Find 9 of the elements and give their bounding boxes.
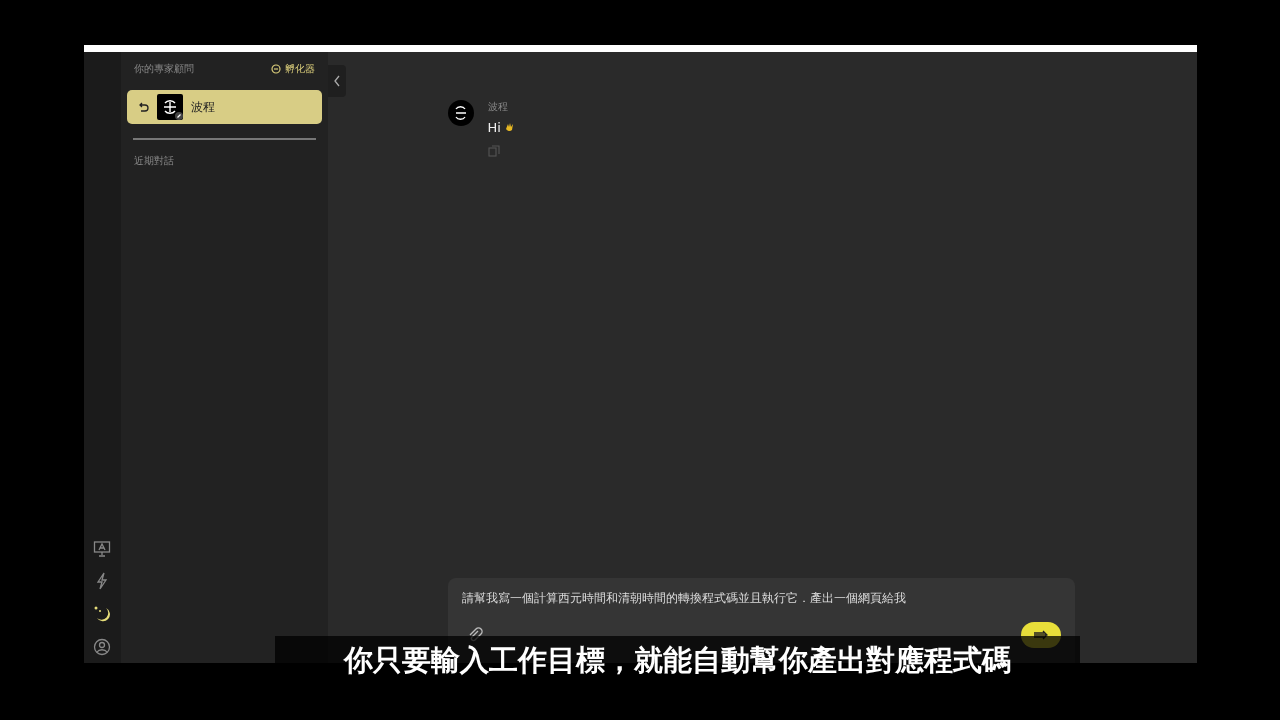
bot-avatar-icon [447, 100, 474, 126]
incubator-link[interactable]: 孵化器 [270, 62, 315, 76]
expert-item[interactable]: 波程 [126, 90, 322, 124]
message-text: Hi [487, 120, 501, 135]
sidebar-title: 你的專家顧問 [133, 62, 194, 76]
recent-heading: 近期對話 [132, 154, 175, 168]
sender-name: 波程 [487, 100, 509, 114]
expert-avatar-icon [156, 94, 183, 120]
message-input[interactable]: 請幫我寫一個計算西元時間和清朝時間的轉換程式碼並且執行它．產出一個網頁給我 [461, 588, 1061, 608]
